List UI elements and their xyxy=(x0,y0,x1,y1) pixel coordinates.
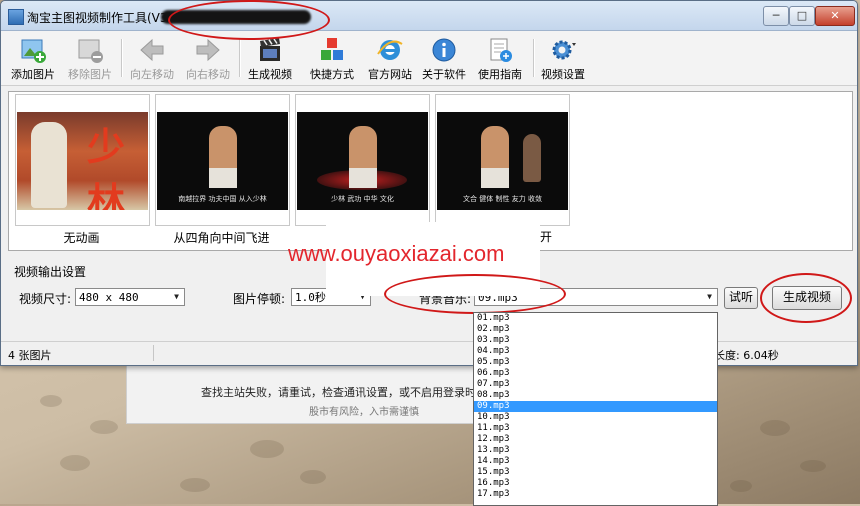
video-size-label: 视频尺寸: xyxy=(19,292,72,306)
window-title: 淘宝主图视频制作工具(V3. xyxy=(27,11,172,25)
image-item[interactable]: 南越拉界 功夫中国 从入少林 xyxy=(155,94,290,226)
toolbar: 添加图片 移除图片 向左移动 向右移动 生成视频 快捷方式 官方网站 关于软件 … xyxy=(1,31,857,86)
add-image-icon xyxy=(21,39,46,63)
dropdown-option[interactable]: 17.mp3 xyxy=(474,489,717,500)
gear-icon xyxy=(552,40,576,60)
dropdown-option[interactable]: 13.mp3 xyxy=(474,445,717,456)
thumbnail-image: 文合 健体 制性 友力 收敛 xyxy=(437,112,568,210)
thumbnail-caption: 文合 健体 制性 友力 收敛 xyxy=(463,195,542,203)
cubes-icon xyxy=(321,38,343,60)
thumbnail-image: 南越拉界 功夫中国 从入少林 xyxy=(157,112,288,210)
button-annotation-ellipse xyxy=(760,273,852,323)
shortcut-label: 快捷方式 xyxy=(310,68,354,81)
dropdown-option[interactable]: 03.mp3 xyxy=(474,335,717,346)
maximize-button[interactable]: □ xyxy=(789,6,815,26)
info-icon xyxy=(432,38,456,62)
arrow-right-icon xyxy=(196,38,220,62)
dropdown-option[interactable]: 02.mp3 xyxy=(474,324,717,335)
video-settings-button[interactable]: 视频设置 xyxy=(537,34,589,82)
chevron-down-icon: ▼ xyxy=(174,292,179,301)
toolbar-divider xyxy=(239,39,241,77)
site-watermark: www.ouyaoxiazai.com xyxy=(288,241,505,266)
generate-video-tool-label: 生成视频 xyxy=(248,68,292,81)
poster-title: 少林 xyxy=(87,124,126,210)
dropdown-option[interactable]: 12.mp3 xyxy=(474,434,717,445)
official-site-label: 官方网站 xyxy=(368,68,412,81)
thumbnail-caption: 南越拉界 功夫中国 从入少林 xyxy=(178,195,267,203)
title-bar[interactable]: 淘宝主图视频制作工具(V3. ─ □ ✕ xyxy=(1,1,857,31)
dropdown-option[interactable]: 16.mp3 xyxy=(474,478,717,489)
generate-video-tool-button[interactable]: 生成视频 xyxy=(245,34,295,82)
dropdown-option[interactable]: 07.mp3 xyxy=(474,379,717,390)
arrow-left-icon xyxy=(140,38,164,62)
kungfu-figure xyxy=(481,126,509,188)
thumbnail-caption: 少林 武功 中华 文化 xyxy=(331,195,394,203)
image-item[interactable]: 少林 xyxy=(15,94,150,226)
title-annotation-ellipse xyxy=(168,0,330,40)
dropdown-option[interactable]: 04.mp3 xyxy=(474,346,717,357)
add-image-label: 添加图片 xyxy=(11,68,55,81)
dropdown-option[interactable]: 10.mp3 xyxy=(474,412,717,423)
shortcut-button[interactable]: 快捷方式 xyxy=(307,34,357,82)
poster-figure xyxy=(31,122,67,208)
guide-button[interactable]: 使用指南 xyxy=(475,34,525,82)
dropdown-option[interactable]: 01.mp3 xyxy=(474,313,717,324)
animation-label: 无动画 xyxy=(63,231,100,245)
move-left-label: 向左移动 xyxy=(130,68,174,81)
pause-label: 图片停顿: xyxy=(233,292,286,306)
dropdown-option[interactable]: 06.mp3 xyxy=(474,368,717,379)
remove-image-button[interactable]: 移除图片 xyxy=(65,34,115,82)
video-size-value: 480 x 480 xyxy=(79,291,139,304)
status-divider xyxy=(153,345,154,361)
chevron-down-icon: ▼ xyxy=(707,292,712,301)
partial-label: 开 xyxy=(540,230,553,244)
opponent-figure xyxy=(523,134,541,182)
dropdown-option[interactable]: 11.mp3 xyxy=(474,423,717,434)
music-dropdown-list[interactable]: 01.mp3 02.mp3 03.mp3 04.mp3 05.mp3 06.mp… xyxy=(473,312,718,506)
official-site-button[interactable]: 官方网站 xyxy=(365,34,415,82)
thumbnail-image: 少林 武功 中华 文化 xyxy=(297,112,428,210)
guide-label: 使用指南 xyxy=(478,68,522,81)
image-item[interactable]: 少林 武功 中华 文化 xyxy=(295,94,430,226)
toolbar-divider xyxy=(533,39,535,77)
ie-browser-icon xyxy=(377,40,403,60)
film-clapper-icon xyxy=(260,38,280,61)
banner-message: 查找主站失败，请重试，检查通讯设置，或不启用登录时查 xyxy=(201,386,487,399)
about-label: 关于软件 xyxy=(422,68,466,81)
toolbar-divider xyxy=(121,39,123,77)
dropdown-option-selected[interactable]: 09.mp3 xyxy=(474,401,717,412)
move-right-label: 向右移动 xyxy=(186,68,230,81)
guide-icon xyxy=(490,38,512,62)
move-left-button[interactable]: 向左移动 xyxy=(127,34,177,82)
status-bar: 4 张图片 频长度: 6.04秒 xyxy=(1,341,857,365)
dropdown-option[interactable]: 05.mp3 xyxy=(474,357,717,368)
minimize-button[interactable]: ─ xyxy=(763,6,789,26)
dropdown-option[interactable]: 15.mp3 xyxy=(474,467,717,478)
pause-value: 1.0秒 xyxy=(295,291,326,304)
banner-notice: 股市有风险，入市需谨慎 xyxy=(309,407,419,418)
app-icon xyxy=(8,9,24,25)
thumbnail-image: 少林 xyxy=(17,112,148,210)
close-button[interactable]: ✕ xyxy=(815,6,855,26)
preview-button[interactable]: 试听 xyxy=(724,287,758,309)
output-settings-title: 视频输出设置 xyxy=(14,265,87,279)
video-size-select[interactable]: 480 x 480 ▼ xyxy=(75,288,185,306)
remove-image-label: 移除图片 xyxy=(68,68,112,81)
dropdown-option[interactable]: 08.mp3 xyxy=(474,390,717,401)
video-settings-label: 视频设置 xyxy=(541,68,585,81)
music-annotation-ellipse xyxy=(384,274,566,314)
move-right-button[interactable]: 向右移动 xyxy=(183,34,233,82)
login-banner: 查找主站失败，请重试，检查通讯设置，或不启用登录时查 股市有风险，入市需谨慎 xyxy=(126,358,487,424)
kungfu-figure xyxy=(349,126,377,188)
about-button[interactable]: 关于软件 xyxy=(419,34,469,82)
image-count: 4 张图片 xyxy=(8,349,52,362)
dropdown-option[interactable]: 14.mp3 xyxy=(474,456,717,467)
animation-label: 从四角向中间飞进 xyxy=(173,231,270,245)
kungfu-figure xyxy=(209,126,237,188)
add-image-button[interactable]: 添加图片 xyxy=(9,34,57,82)
image-item[interactable]: 文合 健体 制性 友力 收敛 xyxy=(435,94,570,226)
remove-image-icon xyxy=(78,39,103,63)
